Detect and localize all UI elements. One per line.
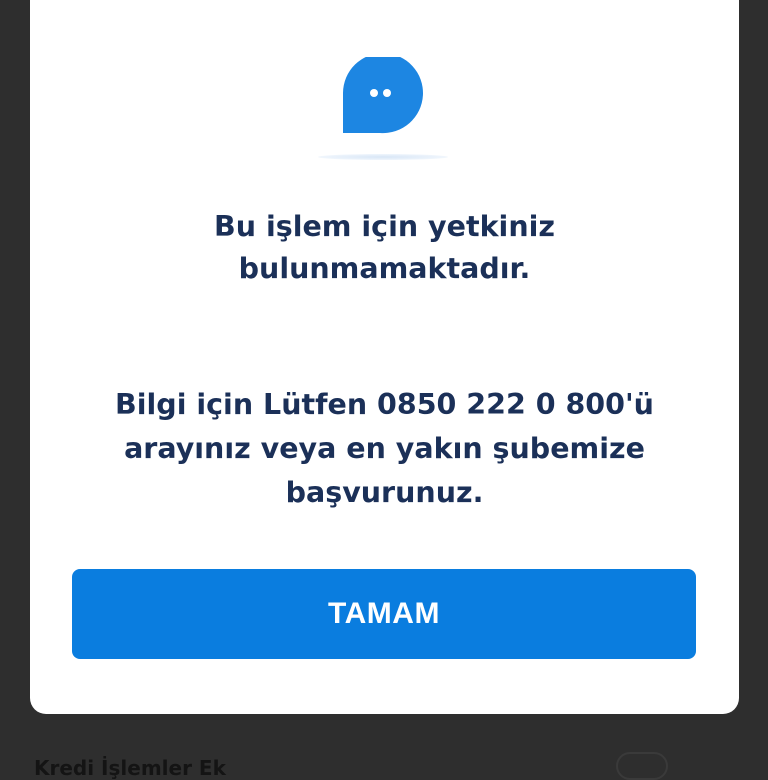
alert-dialog: Bu işlem için yetkiniz bulunmamaktadır. …	[30, 0, 739, 714]
background-toggle	[616, 752, 668, 780]
message-line-1: Bilgi için Lütfen 0850 222 0 800'ü	[115, 388, 654, 421]
message-line-3: başvurunuz.	[285, 476, 484, 509]
message-line-2: arayınız veya en yakın şubemize	[124, 432, 645, 465]
dialog-message: Bilgi için Lütfen 0850 222 0 800'ü arayı…	[30, 383, 739, 515]
dialog-title: Bu işlem için yetkiniz bulunmamaktadır.	[30, 206, 739, 290]
chat-bubble-icon	[330, 53, 440, 167]
ok-button[interactable]: TAMAM	[72, 569, 696, 659]
title-line-2: bulunmamaktadır.	[238, 252, 531, 285]
title-line-1: Bu işlem için yetkiniz	[214, 210, 555, 243]
icon-shadow	[318, 154, 448, 160]
background-label: Kredi İşlemler Ek	[34, 756, 226, 780]
